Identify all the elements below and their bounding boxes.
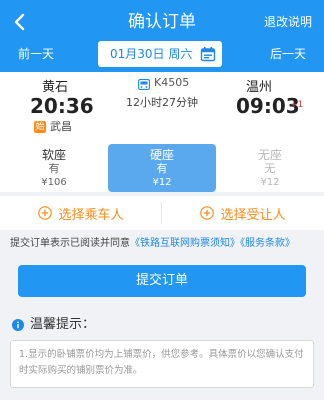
- agreement-prefix: 提交订单表示已阅读并同意: [10, 238, 130, 249]
- previous-day-button[interactable]: 前一天: [18, 44, 54, 64]
- origin-station: 武昌: [50, 120, 72, 133]
- terms-of-service-link[interactable]: 《服务条款》: [240, 238, 295, 249]
- seat-option-standing[interactable]: 无座 无 ¥12: [216, 144, 324, 192]
- seat-type: 硬座: [149, 148, 174, 162]
- seat-type: 软座: [41, 148, 66, 162]
- tips-line: 时实际购买的铺别票价为准。: [19, 365, 143, 376]
- train-number: K4505: [154, 76, 190, 89]
- seat-price: ¥106: [41, 177, 67, 188]
- train-icon: [138, 79, 150, 90]
- arrival-station: 温州: [246, 80, 273, 95]
- origin-badge: 始: [34, 121, 46, 133]
- seat-option-hard[interactable]: 硬座 有 ¥12: [108, 144, 216, 192]
- tips-box: 1.显示的卧铺票价均为上铺票价，供您参考。具体票价以您确认支付 时实际购买的铺别…: [10, 340, 314, 388]
- select-recipient-button[interactable]: 选择受让人: [162, 196, 324, 230]
- agreement-text: 提交订单表示已阅读并同意《铁路互联网购票须知》《服务条款》: [10, 236, 320, 252]
- select-recipient-label: 选择受让人: [220, 207, 286, 223]
- next-day-indicator: +1: [290, 100, 304, 110]
- info-icon: [12, 319, 24, 331]
- select-passenger-button[interactable]: 选择乘车人: [0, 196, 162, 230]
- seat-price: ¥12: [152, 177, 172, 188]
- selected-date: 01月30日 周六: [110, 47, 193, 61]
- add-circle-icon: [38, 206, 53, 220]
- seat-options: 软座 有 ¥106 硬座 有 ¥12 无座 无 ¥12: [0, 144, 324, 192]
- tips-title: 温馨提示：: [30, 317, 96, 332]
- seat-availability: 有: [48, 162, 60, 175]
- refund-policy-link[interactable]: 退改说明: [264, 12, 312, 32]
- date-selector[interactable]: 01月30日 周六: [98, 41, 222, 67]
- seat-availability: 有: [156, 162, 168, 175]
- seat-availability: 无: [264, 162, 276, 175]
- add-circle-icon: [200, 206, 215, 220]
- top-bar: 确认订单 退改说明 前一天 01月30日 周六 后一天: [0, 0, 324, 72]
- seat-option-soft[interactable]: 软座 有 ¥106: [0, 144, 108, 192]
- next-day-button[interactable]: 后一天: [270, 44, 306, 64]
- passenger-select-row: 选择乘车人 选择受让人: [0, 196, 324, 230]
- tips-line: 1.显示的卧铺票价均为上铺票价，供您参考。具体票价以您确认支付: [19, 349, 304, 360]
- seat-type: 无座: [257, 148, 282, 162]
- train-info-card: 黄石 20:36 始 武昌 K4505 12小时27分钟 温州 09:03 +1…: [0, 72, 324, 192]
- select-passenger-label: 选择乘车人: [58, 207, 124, 223]
- departure-station: 黄石: [42, 80, 69, 95]
- ticket-notice-link[interactable]: 《铁路互联网购票须知》: [130, 238, 240, 249]
- calendar-icon: [200, 47, 216, 62]
- submit-order-button[interactable]: 提交订单: [18, 265, 306, 297]
- seat-price: ¥12: [260, 177, 280, 188]
